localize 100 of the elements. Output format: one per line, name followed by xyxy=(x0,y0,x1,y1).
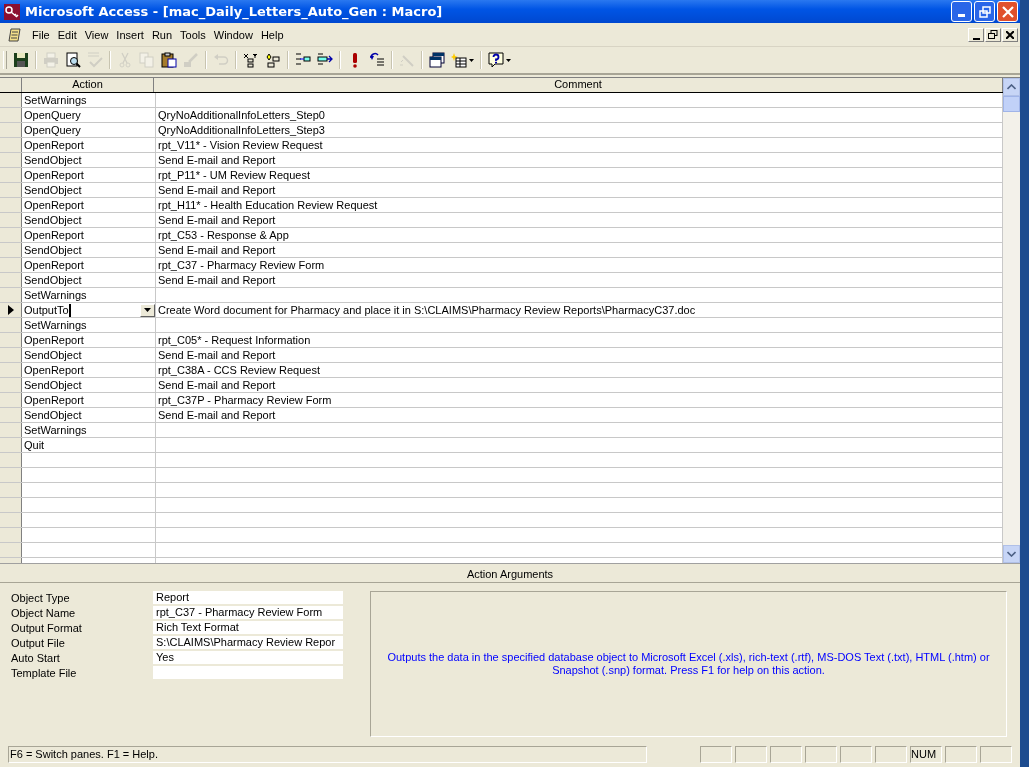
action-cell[interactable]: OpenReport xyxy=(24,168,84,182)
action-cell[interactable]: SendObject xyxy=(24,408,82,422)
action-cell[interactable]: OpenReport xyxy=(24,228,84,242)
argument-label: Object Name xyxy=(11,606,77,619)
argument-field[interactable] xyxy=(153,666,343,679)
restore-button[interactable] xyxy=(985,27,1001,42)
comment-cell: rpt_C37P - Pharmacy Review Form xyxy=(158,393,332,407)
status-pane xyxy=(875,746,907,763)
magnifier-page-icon xyxy=(65,52,81,68)
scissors-icon xyxy=(117,52,133,68)
status-pane xyxy=(700,746,732,763)
save-icon xyxy=(13,52,29,68)
action-cell[interactable]: OpenQuery xyxy=(24,123,81,137)
status-pane xyxy=(770,746,802,763)
comment-cell: rpt_C05* - Request Information xyxy=(158,333,311,347)
key-icon xyxy=(4,3,20,20)
menu-item[interactable]: Run xyxy=(147,28,177,41)
vertical-scrollbar[interactable] xyxy=(1003,78,1020,563)
new-table-icon xyxy=(451,52,467,68)
dropdown-arrow-icon xyxy=(506,58,511,62)
comment-cell: rpt_V11* - Vision Review Request xyxy=(158,138,323,152)
comment-cell: rpt_P11* - UM Review Request xyxy=(158,168,311,182)
comment-cell: QryNoAdditionalInfoLetters_Step3 xyxy=(158,123,325,137)
comment-cell: QryNoAdditionalInfoLetters_Step0 xyxy=(158,108,325,122)
argument-label: Template File xyxy=(11,666,78,679)
minimize-icon xyxy=(958,13,965,17)
action-cell[interactable]: OpenReport xyxy=(24,138,84,152)
menu-item[interactable]: File xyxy=(28,28,54,41)
argument-field[interactable]: rpt_C37 - Pharmacy Review Form xyxy=(153,606,343,619)
comment-cell: rpt_H11* - Health Education Review Request xyxy=(158,198,378,212)
menu-item[interactable]: Insert xyxy=(112,28,148,41)
scroll-thumb[interactable] xyxy=(1003,96,1020,112)
comment-cell: Send E-mail and Report xyxy=(158,243,276,257)
action-cell[interactable]: SetWarnings xyxy=(24,318,87,332)
status-pane xyxy=(840,746,872,763)
status-pane xyxy=(735,746,767,763)
action-cell[interactable]: OutputTo xyxy=(24,303,71,317)
action-cell[interactable]: SendObject xyxy=(24,153,82,167)
action-cell[interactable]: SetWarnings xyxy=(24,93,87,107)
wand-icon xyxy=(399,52,415,68)
argument-field[interactable]: S:\CLAIMS\Pharmacy Review Repor xyxy=(153,636,343,649)
minimize-icon xyxy=(972,37,980,40)
current-row-icon xyxy=(7,305,14,315)
column-header: Action xyxy=(22,78,154,92)
action-cell[interactable]: SendObject xyxy=(24,348,82,362)
scroll-up-icon[interactable] xyxy=(1007,84,1016,90)
action-cell[interactable]: SendObject xyxy=(24,183,82,197)
action-cell[interactable]: SendObject xyxy=(24,213,82,227)
close-button[interactable] xyxy=(1002,27,1018,42)
argument-field[interactable]: Yes xyxy=(153,651,343,664)
action-cell[interactable]: OpenReport xyxy=(24,198,84,212)
status-pane xyxy=(805,746,837,763)
status-pane xyxy=(980,746,1012,763)
macro-names-icon xyxy=(243,52,259,68)
conditions-icon xyxy=(265,52,281,68)
argument-field[interactable]: Report xyxy=(153,591,343,604)
menu-item[interactable]: Tools xyxy=(176,28,210,41)
window-title: Microsoft Access - [mac_Daily_Letters_Auto_Gen : Macro] xyxy=(25,4,444,19)
menu-item[interactable]: Help xyxy=(256,28,288,41)
toolbar-button[interactable] xyxy=(426,49,448,71)
copy-icon xyxy=(139,52,155,68)
menu-item[interactable]: View xyxy=(80,28,113,41)
action-cell[interactable]: OpenReport xyxy=(24,363,84,377)
action-cell[interactable]: OpenQuery xyxy=(24,108,81,122)
argument-field[interactable]: Rich Text Format xyxy=(153,621,343,634)
comment-cell: Send E-mail and Report xyxy=(158,273,276,287)
comment-cell: Send E-mail and Report xyxy=(158,153,276,167)
action-cell[interactable]: OpenReport xyxy=(24,333,84,347)
action-cell[interactable]: SetWarnings xyxy=(24,423,87,437)
minimize-button[interactable] xyxy=(968,27,984,42)
insert-rows-icon xyxy=(295,52,311,68)
close-icon xyxy=(1001,5,1014,18)
menu-item[interactable]: Window xyxy=(209,28,257,41)
action-cell[interactable]: Quit xyxy=(24,438,45,452)
restore-icon xyxy=(988,30,998,39)
action-cell[interactable]: SetWarnings xyxy=(24,288,87,302)
macro-scroll-icon xyxy=(8,27,22,42)
clipboard-icon xyxy=(161,52,177,68)
action-cell[interactable]: OpenReport xyxy=(24,393,84,407)
dropdown-arrow-icon xyxy=(144,308,151,312)
dropdown-button[interactable] xyxy=(140,303,155,317)
undo-arrow-icon xyxy=(213,52,229,68)
action-cell[interactable]: SendObject xyxy=(24,243,82,257)
help-icon xyxy=(488,52,504,68)
dropdown-arrow-icon xyxy=(469,58,474,62)
scroll-down-icon[interactable] xyxy=(1007,551,1016,557)
toolbar-button[interactable] xyxy=(158,49,180,71)
comment-cell: rpt_C53 - Response & App xyxy=(158,228,289,242)
status-pane xyxy=(945,746,977,763)
close-icon xyxy=(1006,30,1014,39)
menu-item[interactable]: Edit xyxy=(53,28,81,41)
pane-title: Action Arguments xyxy=(0,564,1020,583)
action-cell[interactable]: OpenReport xyxy=(24,258,84,272)
comment-cell: rpt_C38A - CCS Review Request xyxy=(158,363,320,377)
argument-label: Auto Start xyxy=(11,651,61,664)
comment-cell: Create Word document for Pharmacy and place it in S:\CLAIMS\Pharmacy Review Reports\PharmacyC37.doc xyxy=(158,303,696,317)
action-cell[interactable]: SendObject xyxy=(24,378,82,392)
row-selector[interactable] xyxy=(0,303,22,317)
status-message: F6 = Switch panes. F1 = Help. xyxy=(8,746,647,763)
action-cell[interactable]: SendObject xyxy=(24,273,82,287)
